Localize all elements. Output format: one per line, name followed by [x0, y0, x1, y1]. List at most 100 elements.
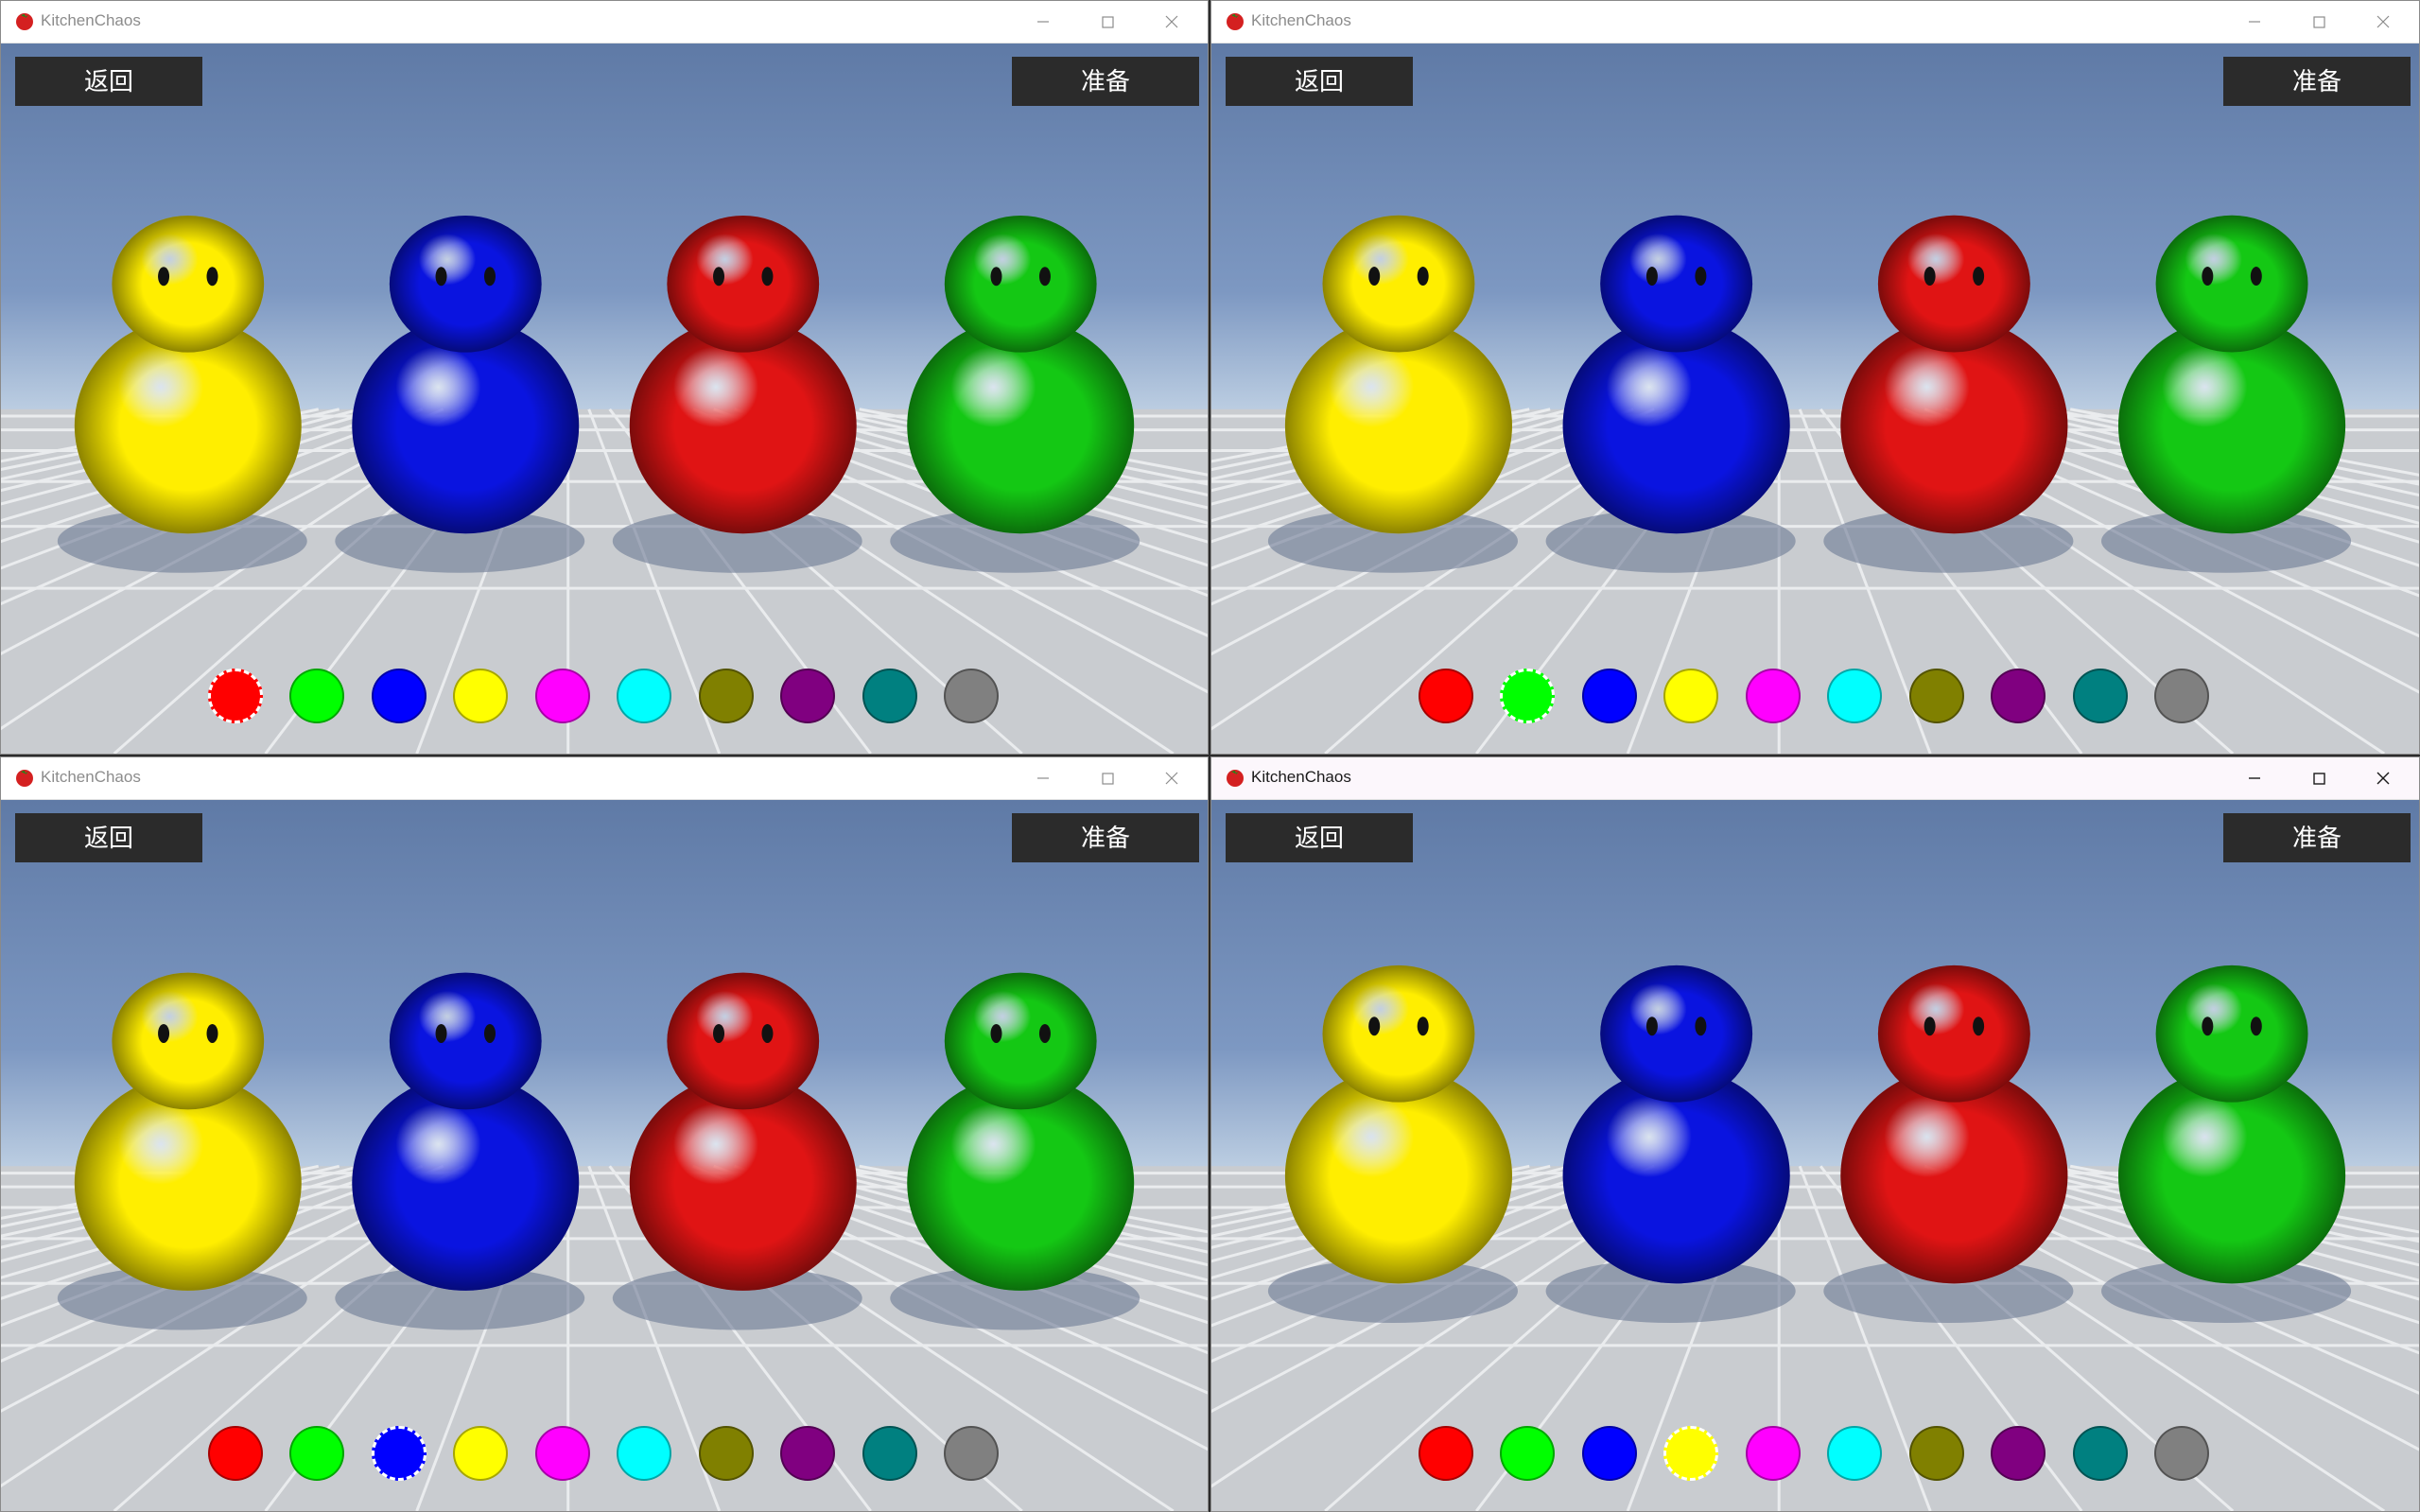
character-red: [1823, 965, 2074, 1323]
ready-button[interactable]: 准备: [2223, 57, 2411, 106]
character-yellow: [57, 215, 307, 573]
color-swatch-green[interactable]: [289, 669, 344, 723]
title-bar[interactable]: KitchenChaos: [1, 757, 1208, 800]
color-swatch-teal[interactable]: [862, 669, 917, 723]
title-bar[interactable]: KitchenChaos: [1, 1, 1208, 43]
character-blue: [1545, 965, 1796, 1323]
color-swatch-teal[interactable]: [862, 1426, 917, 1481]
game-window-2: KitchenChaos 返回 准备: [1210, 0, 2420, 755]
color-palette: [1, 1426, 1208, 1485]
character-red: [612, 215, 862, 573]
character-green: [2101, 965, 2352, 1323]
color-swatch-gray[interactable]: [944, 669, 999, 723]
color-swatch-gray[interactable]: [944, 1426, 999, 1481]
color-swatch-green[interactable]: [1500, 1426, 1555, 1481]
maximize-icon: [2313, 16, 2325, 28]
maximize-button[interactable]: [2287, 757, 2351, 799]
minimize-icon: [2249, 21, 2260, 23]
color-swatch-magenta[interactable]: [535, 1426, 590, 1481]
color-swatch-purple[interactable]: [780, 669, 835, 723]
game-viewport[interactable]: 返回 准备: [1211, 43, 2419, 754]
game-scene: [1, 215, 1208, 754]
tomato-icon: [1227, 770, 1244, 787]
maximize-button[interactable]: [1075, 1, 1140, 43]
color-swatch-gray[interactable]: [2154, 669, 2209, 723]
minimize-button[interactable]: [2222, 757, 2287, 799]
window-title: KitchenChaos: [1251, 768, 1351, 786]
color-swatch-cyan[interactable]: [617, 669, 671, 723]
color-swatch-yellow[interactable]: [453, 1426, 508, 1481]
character-green: [890, 215, 1140, 573]
ready-button[interactable]: 准备: [1012, 57, 1199, 106]
game-window-1: KitchenChaos 返回 准备: [0, 0, 1209, 755]
game-viewport[interactable]: 返回 准备: [1, 43, 1208, 754]
color-swatch-blue[interactable]: [1582, 1426, 1637, 1481]
color-swatch-olive[interactable]: [1909, 669, 1964, 723]
close-button[interactable]: [1140, 757, 1204, 799]
character-blue: [335, 972, 585, 1330]
color-palette: [1211, 669, 2419, 727]
color-swatch-olive[interactable]: [699, 669, 754, 723]
color-swatch-red[interactable]: [208, 669, 263, 723]
color-swatch-purple[interactable]: [1991, 1426, 2046, 1481]
game-viewport[interactable]: 返回 准备: [1211, 800, 2419, 1511]
game-viewport[interactable]: 返回 准备: [1, 800, 1208, 1511]
minimize-icon: [2249, 777, 2260, 779]
title-bar[interactable]: KitchenChaos: [1211, 1, 2419, 43]
color-swatch-olive[interactable]: [1909, 1426, 1964, 1481]
window-title: KitchenChaos: [1251, 11, 1351, 29]
color-swatch-cyan[interactable]: [617, 1426, 671, 1481]
color-swatch-magenta[interactable]: [1746, 1426, 1801, 1481]
maximize-button[interactable]: [1075, 757, 1140, 799]
maximize-icon: [1102, 773, 1114, 785]
back-button[interactable]: 返回: [1226, 813, 1413, 862]
game-window-3: KitchenChaos 返回 准备: [0, 756, 1209, 1512]
color-palette: [1211, 1426, 2419, 1485]
back-button[interactable]: 返回: [15, 57, 202, 106]
close-button[interactable]: [1140, 1, 1204, 43]
color-swatch-purple[interactable]: [1991, 669, 2046, 723]
close-icon: [1165, 15, 1178, 28]
color-swatch-purple[interactable]: [780, 1426, 835, 1481]
color-swatch-magenta[interactable]: [535, 669, 590, 723]
color-swatch-red[interactable]: [208, 1426, 263, 1481]
character-green: [2101, 215, 2352, 573]
color-swatch-blue[interactable]: [372, 669, 427, 723]
minimize-button[interactable]: [1011, 1, 1075, 43]
close-button[interactable]: [2351, 1, 2415, 43]
color-swatch-green[interactable]: [1500, 669, 1555, 723]
color-swatch-magenta[interactable]: [1746, 669, 1801, 723]
back-button[interactable]: 返回: [15, 813, 202, 862]
minimize-icon: [1037, 21, 1049, 23]
color-swatch-blue[interactable]: [1582, 669, 1637, 723]
color-palette: [1, 669, 1208, 727]
title-bar[interactable]: KitchenChaos: [1211, 757, 2419, 800]
color-swatch-red[interactable]: [1419, 1426, 1473, 1481]
color-swatch-red[interactable]: [1419, 669, 1473, 723]
close-button[interactable]: [2351, 757, 2415, 799]
tomato-icon: [16, 770, 33, 787]
close-icon: [2376, 772, 2390, 785]
color-swatch-yellow[interactable]: [453, 669, 508, 723]
maximize-icon: [1102, 16, 1114, 28]
minimize-button[interactable]: [2222, 1, 2287, 43]
color-swatch-cyan[interactable]: [1827, 1426, 1882, 1481]
back-button[interactable]: 返回: [1226, 57, 1413, 106]
close-icon: [2376, 15, 2390, 28]
color-swatch-green[interactable]: [289, 1426, 344, 1481]
color-swatch-teal[interactable]: [2073, 669, 2128, 723]
maximize-button[interactable]: [2287, 1, 2351, 43]
ready-button[interactable]: 准备: [1012, 813, 1199, 862]
color-swatch-yellow[interactable]: [1663, 1426, 1718, 1481]
color-swatch-teal[interactable]: [2073, 1426, 2128, 1481]
color-swatch-olive[interactable]: [699, 1426, 754, 1481]
minimize-icon: [1037, 777, 1049, 779]
minimize-button[interactable]: [1011, 757, 1075, 799]
color-swatch-blue[interactable]: [372, 1426, 427, 1481]
character-blue: [335, 215, 585, 573]
ready-button[interactable]: 准备: [2223, 813, 2411, 862]
window-title: KitchenChaos: [41, 11, 141, 29]
color-swatch-yellow[interactable]: [1663, 669, 1718, 723]
color-swatch-gray[interactable]: [2154, 1426, 2209, 1481]
color-swatch-cyan[interactable]: [1827, 669, 1882, 723]
